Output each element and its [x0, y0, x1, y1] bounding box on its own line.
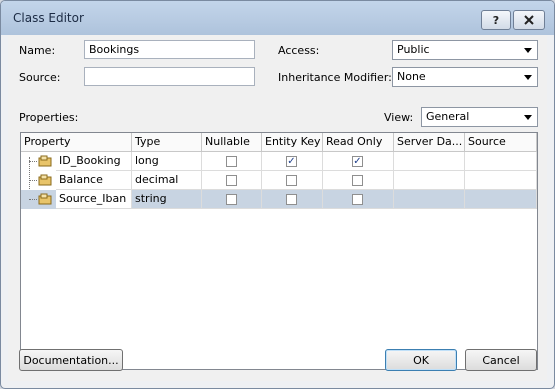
property-name-cell[interactable]: Balance — [56, 171, 132, 190]
column-header-source[interactable]: Source — [465, 133, 537, 152]
read-only-checkbox[interactable] — [352, 194, 363, 205]
entity-key-cell: ✓ — [262, 152, 323, 171]
type-cell[interactable]: long — [132, 152, 202, 171]
table-row-selected[interactable]: Source_Iban string — [21, 190, 537, 209]
inheritance-modifier-dropdown[interactable]: None — [392, 67, 538, 87]
documentation-button[interactable]: Documentation... — [19, 349, 123, 371]
column-header-type[interactable]: Type — [132, 133, 202, 152]
tree-branch — [29, 161, 37, 162]
access-label: Access: — [278, 44, 320, 57]
column-header-property[interactable]: Property — [21, 133, 132, 152]
nullable-cell — [202, 171, 262, 190]
tree-branch — [29, 180, 37, 181]
column-header-nullable[interactable]: Nullable — [202, 133, 262, 152]
property-icon — [38, 174, 52, 186]
help-icon: ? — [492, 13, 500, 27]
help-button[interactable]: ? — [481, 10, 511, 30]
property-icon — [38, 155, 52, 167]
tree-branch — [29, 199, 37, 200]
inheritance-modifier-label: Inheritance Modifier: — [278, 71, 392, 84]
server-data-cell[interactable] — [394, 171, 465, 190]
view-value: General — [426, 110, 470, 123]
close-button[interactable] — [513, 10, 545, 30]
cancel-button[interactable]: Cancel — [465, 349, 537, 371]
properties-grid: Property Type Nullable Entity Key Read O… — [20, 132, 538, 370]
read-only-checkbox[interactable]: ✓ — [352, 156, 363, 167]
inheritance-modifier-value: None — [397, 70, 426, 83]
column-header-server-data[interactable]: Server Da... — [394, 133, 465, 152]
class-editor-window: Class Editor ? Name: Bookings Source: Ac… — [0, 0, 555, 389]
column-header-read-only[interactable]: Read Only — [323, 133, 394, 152]
server-data-cell[interactable] — [394, 152, 465, 171]
name-label: Name: — [19, 44, 56, 57]
access-value: Public — [397, 43, 430, 56]
read-only-checkbox[interactable] — [352, 175, 363, 186]
access-dropdown[interactable]: Public — [392, 40, 538, 60]
nullable-cell — [202, 190, 262, 209]
nullable-cell — [202, 152, 262, 171]
properties-label: Properties: — [19, 111, 79, 124]
entity-key-checkbox[interactable] — [286, 175, 297, 186]
window-title: Class Editor — [13, 11, 84, 25]
source-cell[interactable] — [465, 152, 537, 171]
column-header-entity-key[interactable]: Entity Key — [262, 133, 323, 152]
entity-key-cell — [262, 190, 323, 209]
server-data-cell[interactable] — [394, 190, 465, 209]
chevron-down-icon — [524, 75, 532, 80]
nullable-checkbox[interactable] — [226, 156, 237, 167]
read-only-cell — [323, 171, 394, 190]
view-dropdown[interactable]: General — [421, 107, 538, 127]
close-icon — [524, 15, 534, 25]
property-name-cell[interactable]: Source_Iban — [56, 190, 132, 209]
type-cell[interactable]: string — [132, 190, 202, 209]
read-only-cell — [323, 190, 394, 209]
entity-key-checkbox[interactable] — [286, 194, 297, 205]
name-field[interactable]: Bookings — [84, 40, 255, 59]
type-cell[interactable]: decimal — [132, 171, 202, 190]
table-row[interactable]: ID_Booking long ✓ ✓ — [21, 152, 537, 171]
entity-key-cell — [262, 171, 323, 190]
source-cell[interactable] — [465, 171, 537, 190]
property-name-cell[interactable]: ID_Booking — [56, 152, 132, 171]
source-label: Source: — [19, 71, 61, 84]
title-bar: Class Editor ? — [1, 1, 554, 35]
nullable-checkbox[interactable] — [226, 175, 237, 186]
chevron-down-icon — [524, 48, 532, 53]
ok-button[interactable]: OK — [385, 349, 457, 371]
entity-key-checkbox[interactable]: ✓ — [286, 156, 297, 167]
read-only-cell: ✓ — [323, 152, 394, 171]
view-label: View: — [384, 111, 414, 124]
nullable-checkbox[interactable] — [226, 194, 237, 205]
chevron-down-icon — [524, 115, 532, 120]
source-cell[interactable] — [465, 190, 537, 209]
table-row[interactable]: Balance decimal — [21, 171, 537, 190]
dialog-content: Name: Bookings Source: Access: Public In… — [8, 35, 547, 381]
property-icon — [38, 193, 52, 205]
source-field[interactable] — [84, 67, 255, 86]
